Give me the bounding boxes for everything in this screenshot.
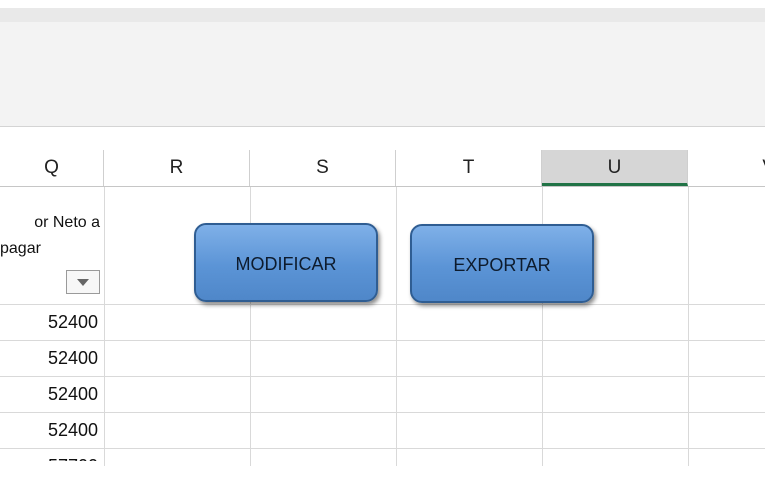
table-row[interactable]: 52400	[0, 412, 98, 448]
column-header-u[interactable]: U	[542, 150, 688, 186]
table-row[interactable]: 57700	[0, 448, 98, 461]
exportar-button[interactable]: EXPORTAR	[410, 224, 594, 303]
column-header-t[interactable]: T	[396, 150, 542, 186]
header-line-1: or Neto a	[34, 214, 100, 231]
formula-area	[0, 22, 765, 127]
filter-dropdown-button[interactable]	[66, 270, 100, 294]
table-row[interactable]: 52400	[0, 340, 98, 376]
column-header-r[interactable]: R	[104, 150, 250, 186]
ribbon-strip	[0, 8, 765, 22]
table-row[interactable]: 52400	[0, 376, 98, 412]
table-row[interactable]: 52400	[0, 304, 98, 340]
column-header-v[interactable]: V	[688, 150, 765, 186]
column-header-s[interactable]: S	[250, 150, 396, 186]
gridline	[396, 187, 397, 466]
header-line-2: pagar	[0, 240, 41, 257]
gridline	[688, 187, 689, 466]
modificar-button[interactable]: MODIFICAR	[194, 223, 378, 302]
gridline	[0, 412, 765, 413]
gridline	[0, 304, 765, 305]
column-header-q[interactable]: Q	[0, 150, 104, 186]
top-band	[0, 0, 765, 8]
gridline	[104, 187, 105, 466]
gridline	[0, 448, 765, 449]
worksheet-grid[interactable]	[0, 187, 765, 466]
table-header-cell[interactable]: or Neto a pagar	[0, 210, 100, 262]
gridline	[0, 340, 765, 341]
chevron-down-icon	[77, 278, 89, 286]
gridline	[0, 376, 765, 377]
